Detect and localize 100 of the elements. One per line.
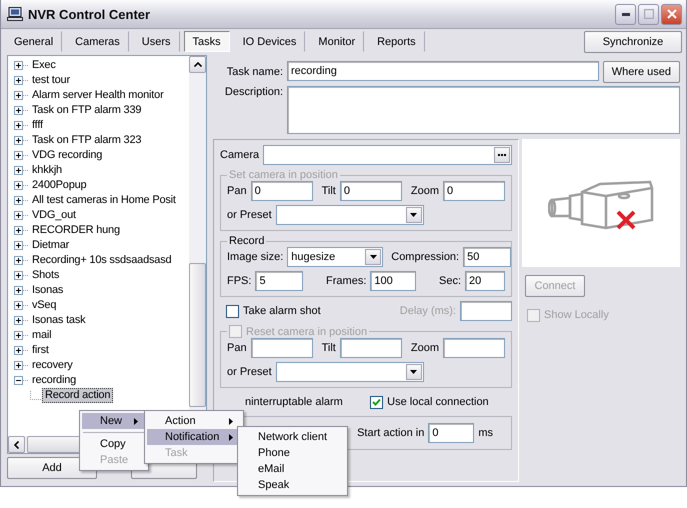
tab[interactable]: Tasks xyxy=(184,31,230,52)
scroll-up-button[interactable] xyxy=(189,56,206,73)
checkbox[interactable] xyxy=(226,304,239,318)
field-label: Delay (ms): xyxy=(400,305,456,317)
expand-icon[interactable] xyxy=(14,346,29,355)
tree-item[interactable]: 2400Popup xyxy=(29,178,90,193)
field-label: Sec: xyxy=(438,275,461,287)
tree-item[interactable]: test tour xyxy=(29,73,73,88)
tab[interactable]: Monitor xyxy=(309,31,364,52)
expand-icon[interactable] xyxy=(14,361,29,370)
tab[interactable]: Users xyxy=(132,31,180,52)
minimize-button[interactable] xyxy=(615,4,636,24)
preset-dropdown[interactable] xyxy=(276,362,424,382)
tree-item[interactable]: vSeq xyxy=(29,298,60,313)
expand-icon[interactable] xyxy=(14,316,29,325)
camera-field[interactable] xyxy=(263,145,512,165)
close-button[interactable] xyxy=(661,4,682,24)
zoom-field[interactable] xyxy=(443,338,505,358)
expand-icon[interactable] xyxy=(14,91,29,100)
menu-item[interactable]: eMail xyxy=(240,461,345,477)
checkbox-label: Take alarm shot xyxy=(243,305,321,317)
tree-item[interactable]: Exec xyxy=(29,58,59,73)
expand-icon[interactable] xyxy=(14,241,29,250)
computer-icon xyxy=(7,7,23,21)
tab[interactable]: IO Devices xyxy=(234,31,306,52)
tree-item[interactable]: recording xyxy=(29,373,80,388)
scroll-left-button[interactable] xyxy=(8,436,25,453)
scrollbar-thumb[interactable] xyxy=(189,263,206,407)
expand-icon[interactable] xyxy=(14,136,29,145)
tree-item[interactable]: Dietmar xyxy=(29,238,72,253)
tree-item[interactable]: Task on FTP alarm 323 xyxy=(29,133,144,148)
expand-icon[interactable] xyxy=(14,106,29,115)
tree-item[interactable]: Task on FTP alarm 339 xyxy=(29,103,144,118)
tab[interactable]: General xyxy=(5,31,62,52)
tree-item[interactable]: recovery xyxy=(29,358,76,373)
expand-icon[interactable] xyxy=(14,196,29,205)
delay-field[interactable] xyxy=(460,301,512,321)
tree-item[interactable]: Shots xyxy=(29,268,62,283)
field-label: Compression: xyxy=(391,251,460,263)
field-label: FPS: xyxy=(227,275,252,287)
tree-item[interactable]: Record action xyxy=(42,388,114,403)
tilt-field[interactable] xyxy=(340,338,402,358)
tree-item[interactable]: Isonas xyxy=(29,283,66,298)
expand-icon[interactable] xyxy=(14,151,29,160)
checkbox-label: Use local connection xyxy=(387,396,489,408)
tree-item[interactable]: VDG recording xyxy=(29,148,106,163)
tree-item[interactable]: All test cameras in Home Posit xyxy=(29,193,179,208)
caret-down-icon xyxy=(370,255,377,259)
caret-down-icon xyxy=(410,213,418,217)
expand-icon[interactable] xyxy=(14,76,29,85)
expand-icon[interactable] xyxy=(14,286,29,295)
group-title: Record xyxy=(228,235,266,247)
expand-icon[interactable] xyxy=(14,121,29,130)
tree-line-icon xyxy=(30,391,42,400)
expand-icon[interactable] xyxy=(14,181,29,190)
tree-item[interactable]: khkkjh xyxy=(29,163,65,178)
fps-field[interactable]: 5 xyxy=(255,271,304,291)
expand-icon[interactable] xyxy=(14,256,29,265)
expand-icon[interactable] xyxy=(14,331,29,340)
frames-field[interactable]: 100 xyxy=(370,271,416,291)
expand-icon[interactable] xyxy=(14,271,29,280)
unit-label: ms xyxy=(478,427,493,439)
expand-icon[interactable] xyxy=(14,301,29,310)
sec-field[interactable]: 20 xyxy=(465,271,505,291)
expand-icon[interactable] xyxy=(14,226,29,235)
field-label: Pan xyxy=(227,342,247,354)
start-delay-field[interactable]: 0 xyxy=(428,423,474,443)
tree-item[interactable]: first xyxy=(29,343,52,358)
menu-item[interactable]: Phone xyxy=(240,445,345,461)
menu-item[interactable]: Action xyxy=(147,413,241,429)
tree-item[interactable]: VDG_out xyxy=(29,208,79,223)
synchronize-button[interactable]: Synchronize xyxy=(584,31,682,53)
menu-item[interactable]: Speak xyxy=(240,477,345,493)
where-used-button[interactable]: Where used xyxy=(602,61,680,83)
expand-icon[interactable] xyxy=(14,211,29,220)
menu-item[interactable]: New xyxy=(82,413,146,429)
tree-item[interactable]: RECORDER hung xyxy=(29,223,123,238)
expand-icon[interactable] xyxy=(14,166,29,175)
tab[interactable]: Cameras xyxy=(66,31,129,52)
window-title: NVR Control Center xyxy=(28,6,150,22)
description-field[interactable] xyxy=(287,86,680,134)
task-name-field[interactable]: recording xyxy=(287,61,599,81)
expand-icon[interactable] xyxy=(14,61,29,70)
checkbox[interactable] xyxy=(370,396,384,408)
field-label: Tilt xyxy=(322,185,336,197)
checkbox-label: ninterruptable alarm xyxy=(245,396,343,408)
minimize-icon xyxy=(622,12,630,16)
pan-field[interactable] xyxy=(250,338,313,358)
checkbox-label: Show Locally xyxy=(544,309,609,321)
tree-item[interactable]: ffff xyxy=(29,118,46,133)
collapse-icon[interactable] xyxy=(14,376,29,385)
tab[interactable]: Reports xyxy=(368,31,425,52)
image-size-dropdown[interactable]: hugesize xyxy=(287,247,384,267)
compression-field[interactable]: 50 xyxy=(463,247,512,267)
tree-item[interactable]: mail xyxy=(29,328,54,343)
preset-dropdown[interactable] xyxy=(276,205,424,225)
tree-item[interactable]: Isonas task xyxy=(29,313,88,328)
tree-item[interactable]: Alarm server Health monitor xyxy=(29,88,167,103)
menu-item[interactable]: Network client xyxy=(240,429,345,445)
tree-item[interactable]: Recording+ 10s ssdsaadsasd xyxy=(29,253,174,268)
